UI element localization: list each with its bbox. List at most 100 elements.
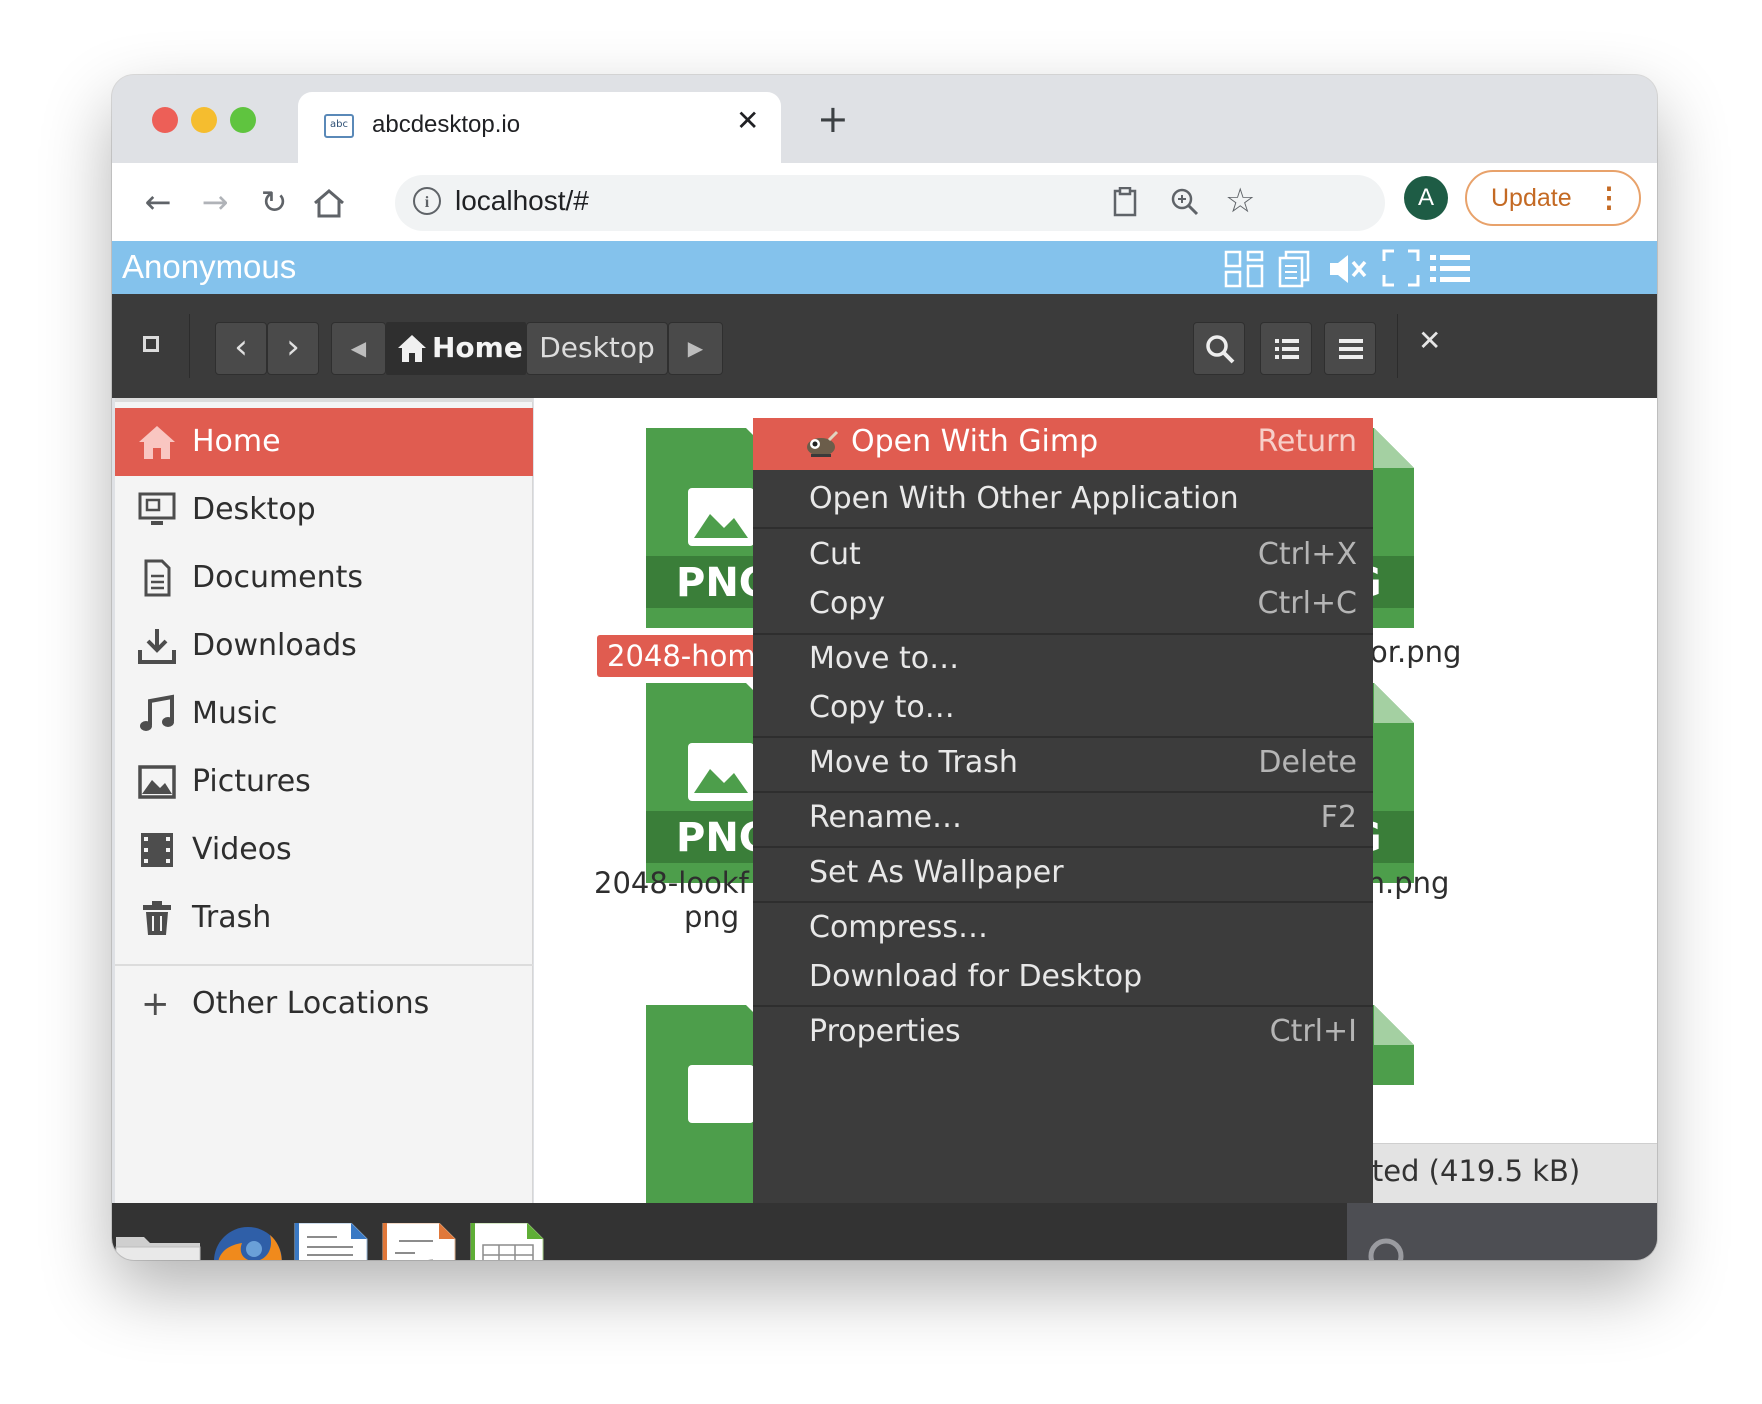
documents-icon[interactable] bbox=[1278, 250, 1312, 288]
menu-item-label: Open With Other Application bbox=[809, 481, 1239, 516]
search-icon bbox=[1206, 335, 1235, 364]
tab-title: abcdesktop.io bbox=[372, 111, 521, 138]
desktop-icon bbox=[138, 492, 176, 525]
path-home-label: Home bbox=[432, 331, 523, 364]
update-button[interactable]: Update ⋮ bbox=[1465, 170, 1641, 226]
gimp-icon bbox=[807, 430, 839, 457]
menu-item-open-with-gimp[interactable]: Open With Gimp Return bbox=[753, 418, 1373, 470]
address-bar[interactable]: i localhost/# ☆ bbox=[395, 175, 1385, 231]
firefox-icon[interactable] bbox=[208, 1221, 288, 1260]
document-icon bbox=[144, 559, 171, 597]
menu-item-shortcut: F2 bbox=[1320, 800, 1357, 835]
sidebar-item-label: Trash bbox=[192, 900, 272, 935]
video-icon bbox=[141, 833, 173, 867]
sidebar-item-label: Other Locations bbox=[192, 986, 430, 1021]
menu-item-shortcut: Ctrl+X bbox=[1257, 537, 1357, 572]
menu-item-open-with-other[interactable]: Open With Other Application bbox=[753, 474, 1373, 524]
calc-spreadsheet-icon[interactable] bbox=[469, 1222, 545, 1260]
close-window-button[interactable] bbox=[152, 107, 178, 133]
sidebar-item-home[interactable]: Home bbox=[115, 408, 533, 476]
browser-tab[interactable]: abc abcdesktop.io ✕ bbox=[298, 92, 781, 163]
places-sidebar: Home Desktop Documents Downloads Music P… bbox=[115, 398, 533, 1203]
menu-item-properties[interactable]: Properties Ctrl+I bbox=[753, 1007, 1373, 1057]
desktop-top-bar: Anonymous bbox=[112, 241, 1657, 294]
sidebar-item-label: Pictures bbox=[192, 764, 311, 799]
search-icon bbox=[1368, 1238, 1404, 1260]
search-button[interactable] bbox=[1193, 322, 1245, 375]
hamburger-icon bbox=[1339, 339, 1363, 359]
sidebar-item-label: Downloads bbox=[192, 628, 357, 663]
profile-avatar[interactable]: A bbox=[1404, 176, 1448, 220]
site-info-icon[interactable]: i bbox=[413, 187, 441, 215]
menu-separator bbox=[753, 527, 1373, 529]
sidebar-item-other-locations[interactable]: + Other Locations bbox=[115, 970, 533, 1038]
menu-item-compress[interactable]: Compress… bbox=[753, 903, 1373, 953]
sidebar-item-label: Desktop bbox=[192, 492, 316, 527]
bookmark-star-icon[interactable]: ☆ bbox=[1225, 181, 1255, 221]
zoom-icon[interactable] bbox=[1170, 187, 1200, 217]
picture-icon bbox=[138, 765, 176, 799]
close-file-manager-icon[interactable]: ✕ bbox=[1418, 324, 1441, 357]
menu-item-set-as-wallpaper[interactable]: Set As Wallpaper bbox=[753, 848, 1373, 898]
view-list-button[interactable] bbox=[1260, 322, 1312, 375]
files-app-icon[interactable] bbox=[114, 1229, 202, 1260]
url-text[interactable]: localhost/# bbox=[455, 185, 589, 217]
fullscreen-icon[interactable] bbox=[1382, 249, 1420, 287]
menu-item-copy[interactable]: Copy Ctrl+C bbox=[753, 579, 1373, 629]
reload-icon[interactable]: ↻ bbox=[250, 182, 298, 222]
path-segment-home[interactable]: Home bbox=[386, 322, 526, 375]
clipboard-icon[interactable] bbox=[1113, 186, 1137, 217]
sidebar-item-videos[interactable]: Videos bbox=[115, 816, 533, 884]
sidebar-item-label: Music bbox=[192, 696, 278, 731]
sidebar-item-documents[interactable]: Documents bbox=[115, 544, 533, 612]
apps-grid-icon[interactable] bbox=[1224, 250, 1264, 288]
mute-speaker-icon[interactable] bbox=[1328, 252, 1368, 286]
more-menu-icon[interactable]: ⋮ bbox=[1595, 172, 1623, 224]
tab-close-icon[interactable]: ✕ bbox=[736, 104, 759, 137]
nav-back-button[interactable]: ‹ bbox=[215, 322, 267, 375]
browser-window: abc abcdesktop.io ✕ + ← → ↻ i localhost/… bbox=[112, 75, 1657, 1260]
menu-item-move-to[interactable]: Move to… bbox=[753, 634, 1373, 684]
file-name[interactable]: 2048-lookf bbox=[594, 866, 749, 900]
dock-search-box[interactable] bbox=[1347, 1203, 1657, 1260]
nav-forward-button[interactable]: › bbox=[267, 322, 319, 375]
context-menu: Open With Gimp Return Open With Other Ap… bbox=[753, 418, 1373, 1203]
list-menu-icon[interactable] bbox=[1430, 253, 1470, 285]
sidebar-item-label: Documents bbox=[192, 560, 364, 595]
menu-item-label: Set As Wallpaper bbox=[809, 855, 1064, 890]
menu-item-copy-to[interactable]: Copy to… bbox=[753, 683, 1373, 733]
trash-icon bbox=[143, 901, 171, 935]
menu-item-label: Open With Gimp bbox=[851, 424, 1099, 459]
path-home-icon bbox=[398, 335, 426, 362]
menu-item-label: Properties bbox=[809, 1014, 961, 1049]
file-name-line2[interactable]: png bbox=[684, 900, 739, 934]
menu-item-cut[interactable]: Cut Ctrl+X bbox=[753, 530, 1373, 580]
update-label: Update bbox=[1491, 184, 1572, 212]
window-restore-icon[interactable] bbox=[143, 336, 159, 352]
sidebar-item-music[interactable]: Music bbox=[115, 680, 533, 748]
home-icon bbox=[139, 426, 175, 459]
new-tab-button[interactable]: + bbox=[817, 97, 849, 141]
sidebar-item-desktop[interactable]: Desktop bbox=[115, 476, 533, 544]
menu-item-rename[interactable]: Rename… F2 bbox=[753, 793, 1373, 843]
sidebar-item-pictures[interactable]: Pictures bbox=[115, 748, 533, 816]
menu-item-label: Copy bbox=[809, 586, 886, 621]
home-button-icon[interactable] bbox=[309, 187, 349, 219]
sidebar-item-downloads[interactable]: Downloads bbox=[115, 612, 533, 680]
sidebar-item-trash[interactable]: Trash bbox=[115, 884, 533, 952]
menu-item-label: Copy to… bbox=[809, 690, 955, 725]
path-segment-desktop[interactable]: Desktop bbox=[526, 322, 668, 375]
file-name[interactable]: 2048-hom bbox=[597, 635, 766, 677]
menu-item-download-for-desktop[interactable]: Download for Desktop bbox=[753, 952, 1373, 1002]
menu-item-move-to-trash[interactable]: Move to Trash Delete bbox=[753, 738, 1373, 788]
path-scroll-right-icon[interactable]: ▶ bbox=[668, 322, 723, 375]
maximize-window-button[interactable] bbox=[230, 107, 256, 133]
minimize-window-button[interactable] bbox=[191, 107, 217, 133]
impress-presentation-icon[interactable] bbox=[381, 1222, 457, 1260]
writer-document-icon[interactable] bbox=[293, 1222, 369, 1260]
forward-icon[interactable]: → bbox=[191, 182, 239, 222]
menu-item-label: Download for Desktop bbox=[809, 959, 1143, 994]
path-scroll-left-icon[interactable]: ◀ bbox=[331, 322, 386, 375]
back-icon[interactable]: ← bbox=[134, 182, 182, 222]
hamburger-menu-button[interactable] bbox=[1324, 322, 1376, 375]
